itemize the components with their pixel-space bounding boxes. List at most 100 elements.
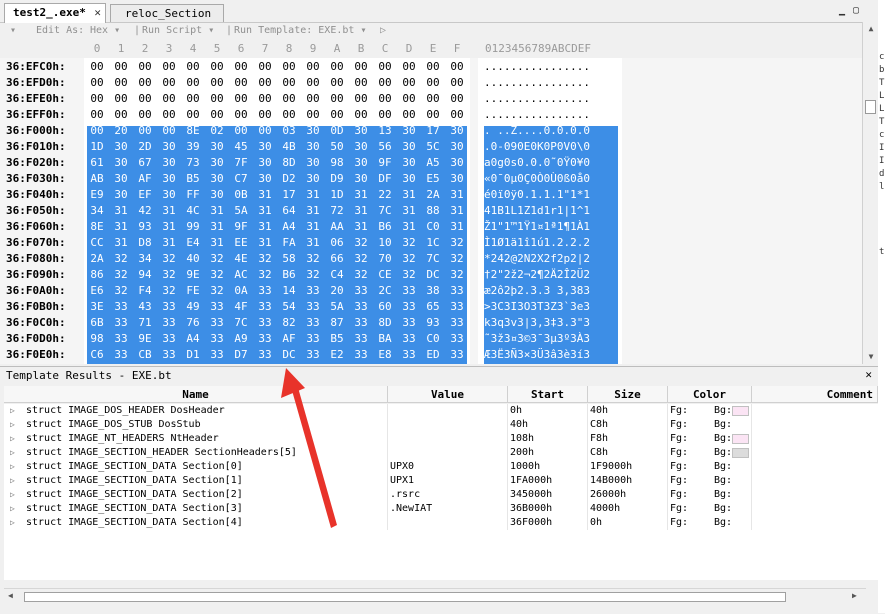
hex-byte[interactable]: 31 xyxy=(109,203,133,219)
hex-byte[interactable]: 33 xyxy=(253,347,277,363)
color-swatch[interactable] xyxy=(732,504,749,514)
hex-byte[interactable]: 00 xyxy=(205,107,229,123)
hex-byte[interactable]: 00 xyxy=(157,91,181,107)
hex-byte[interactable]: 0A xyxy=(229,283,253,299)
ascii-row[interactable]: .0-090E0K0P0V0\0 xyxy=(484,139,590,155)
hex-byte[interactable]: 33 xyxy=(349,315,373,331)
hex-byte[interactable]: 30 xyxy=(157,155,181,171)
hex-byte[interactable]: D8 xyxy=(133,235,157,251)
hex-byte[interactable]: D2 xyxy=(277,171,301,187)
hex-byte[interactable]: 00 xyxy=(205,91,229,107)
hex-byte[interactable]: 3E xyxy=(85,299,109,315)
hex-byte[interactable]: 30 xyxy=(349,123,373,139)
hex-byte[interactable]: 33 xyxy=(445,331,469,347)
hex-byte[interactable]: 88 xyxy=(421,203,445,219)
hex-byte[interactable]: 31 xyxy=(397,219,421,235)
hex-byte[interactable]: 00 xyxy=(445,75,469,91)
hex-byte[interactable]: 10 xyxy=(373,235,397,251)
hex-byte[interactable]: 30 xyxy=(109,155,133,171)
hex-byte[interactable]: 7C xyxy=(373,203,397,219)
hex-byte[interactable]: 32 xyxy=(445,251,469,267)
ascii-row[interactable]: *242@2N2X2f2p2|2 xyxy=(484,251,590,267)
hex-byte[interactable]: 0D xyxy=(325,123,349,139)
hex-byte[interactable]: 45 xyxy=(229,139,253,155)
scroll-down-icon[interactable]: ▼ xyxy=(863,350,879,364)
hex-byte[interactable]: EF xyxy=(133,187,157,203)
hex-byte[interactable]: 38 xyxy=(421,283,445,299)
hex-byte[interactable]: DF xyxy=(373,171,397,187)
hex-byte[interactable]: 30 xyxy=(397,155,421,171)
table-row[interactable]: ▷ struct IMAGE_DOS_STUB DosStub 40h C8h Fg: B… xyxy=(4,418,878,432)
hex-byte[interactable]: 00 xyxy=(325,91,349,107)
play-icon[interactable]: ▷ xyxy=(380,25,386,36)
minimize-icon[interactable]: ▁ xyxy=(836,6,848,16)
hex-byte[interactable]: 00 xyxy=(85,123,109,139)
hex-byte[interactable]: 30 xyxy=(445,123,469,139)
hex-byte[interactable]: 2A xyxy=(85,251,109,267)
hex-byte[interactable]: 31 xyxy=(349,219,373,235)
hex-byte[interactable]: 30 xyxy=(301,171,325,187)
hex-byte[interactable]: D9 xyxy=(325,171,349,187)
hex-byte[interactable]: 30 xyxy=(157,139,181,155)
hex-byte[interactable]: 00 xyxy=(397,107,421,123)
hex-byte[interactable]: 30 xyxy=(109,139,133,155)
hex-byte[interactable]: AC xyxy=(229,267,253,283)
hex-byte[interactable]: 31 xyxy=(445,187,469,203)
table-row[interactable]: ▷ struct IMAGE_NT_HEADERS NtHeader 108h F8h… xyxy=(4,432,878,446)
hex-byte[interactable]: 30 xyxy=(397,139,421,155)
hex-byte[interactable]: E9 xyxy=(85,187,109,203)
hex-byte[interactable]: 00 xyxy=(445,107,469,123)
hex-byte[interactable]: 31 xyxy=(205,219,229,235)
hex-byte[interactable]: 33 xyxy=(301,299,325,315)
expand-icon[interactable]: ▷ xyxy=(10,418,15,432)
hex-byte[interactable]: 31 xyxy=(397,203,421,219)
hex-byte[interactable]: 31 xyxy=(205,203,229,219)
hex-byte[interactable]: 32 xyxy=(349,251,373,267)
hex-byte[interactable]: 32 xyxy=(349,235,373,251)
hex-byte[interactable]: 00 xyxy=(133,91,157,107)
hex-byte[interactable]: 00 xyxy=(421,91,445,107)
column-color[interactable]: Color xyxy=(668,386,752,403)
hex-byte[interactable]: 33 xyxy=(301,347,325,363)
hex-byte[interactable]: 33 xyxy=(397,315,421,331)
hex-byte[interactable]: 99 xyxy=(181,219,205,235)
hex-byte[interactable]: 00 xyxy=(301,91,325,107)
hex-byte[interactable]: 33 xyxy=(157,331,181,347)
hex-byte[interactable]: FA xyxy=(277,235,301,251)
hex-byte[interactable]: FF xyxy=(181,187,205,203)
hex-byte[interactable]: 06 xyxy=(325,235,349,251)
table-row[interactable]: ▷ struct IMAGE_SECTION_DATA Section[0] UPX… xyxy=(4,460,878,474)
hex-byte[interactable]: 86 xyxy=(85,267,109,283)
collapse-icon[interactable]: ▾ xyxy=(10,25,16,36)
hex-byte[interactable]: C4 xyxy=(325,267,349,283)
hex-byte[interactable]: 22 xyxy=(373,187,397,203)
hex-byte[interactable]: 30 xyxy=(301,139,325,155)
hex-byte[interactable]: 00 xyxy=(349,107,373,123)
hex-byte[interactable]: DC xyxy=(277,347,301,363)
hex-byte[interactable]: 00 xyxy=(181,107,205,123)
hex-byte[interactable]: 33 xyxy=(397,283,421,299)
hex-byte[interactable]: 71 xyxy=(133,315,157,331)
hex-byte[interactable]: 00 xyxy=(277,59,301,75)
hex-byte[interactable]: 93 xyxy=(133,219,157,235)
hex-byte[interactable]: 61 xyxy=(85,155,109,171)
hex-byte[interactable]: 33 xyxy=(253,283,277,299)
hex-byte[interactable]: 00 xyxy=(157,59,181,75)
hex-byte[interactable]: 00 xyxy=(109,91,133,107)
hex-byte[interactable]: 30 xyxy=(205,187,229,203)
hex-byte[interactable]: 8E xyxy=(85,219,109,235)
hex-byte[interactable]: 98 xyxy=(85,331,109,347)
close-icon[interactable]: ✕ xyxy=(94,4,101,22)
hex-byte[interactable]: 30 xyxy=(445,139,469,155)
hex-byte[interactable]: 87 xyxy=(325,315,349,331)
hex-byte[interactable]: 31 xyxy=(205,235,229,251)
expand-icon[interactable]: ▷ xyxy=(10,474,15,488)
hex-byte[interactable]: D1 xyxy=(181,347,205,363)
hex-byte[interactable]: 00 xyxy=(157,75,181,91)
hex-byte[interactable]: 98 xyxy=(325,155,349,171)
hex-byte[interactable]: 00 xyxy=(229,91,253,107)
hex-byte[interactable]: 30 xyxy=(253,171,277,187)
hex-byte[interactable]: 30 xyxy=(301,155,325,171)
hex-byte[interactable]: 20 xyxy=(325,283,349,299)
hex-byte[interactable]: 33 xyxy=(205,299,229,315)
